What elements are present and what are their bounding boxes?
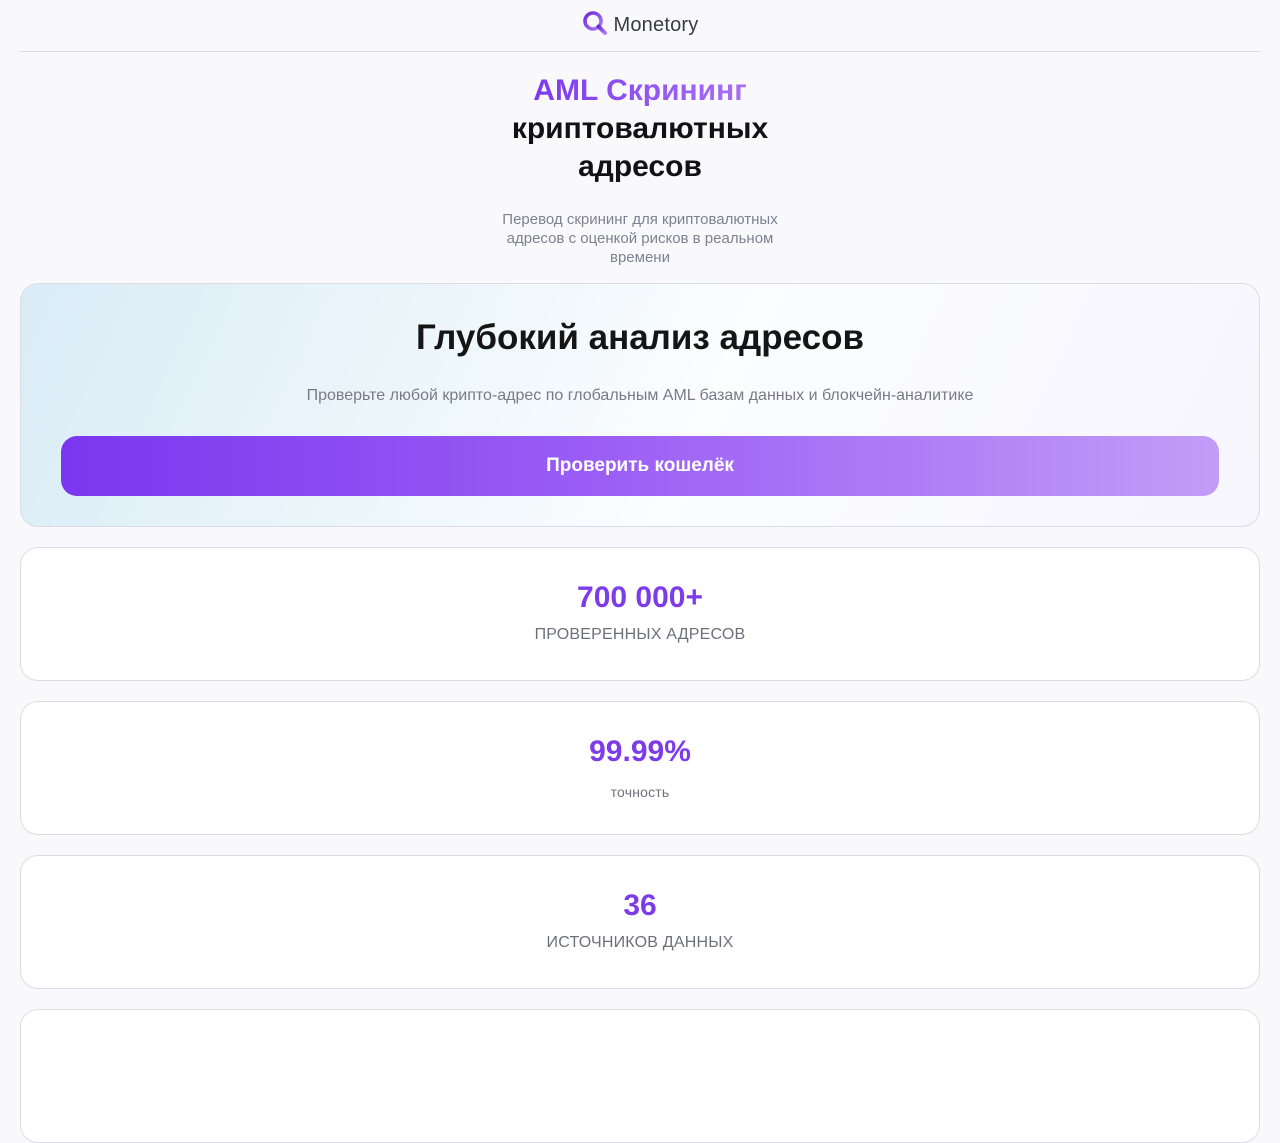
brand-logo[interactable]: Monetory [582, 10, 699, 41]
title-accent: AML Скрининг [533, 74, 747, 107]
deep-analysis-card: Глубокий анализ адресов Проверьте любой … [20, 283, 1260, 527]
page-subtitle: Перевод скрининг для криптовалютных адре… [502, 211, 778, 266]
stat-card-addresses: 700 000+ ПРОВЕРЕННЫХ АДРЕСОВ [20, 547, 1260, 681]
feature-title: Глубокий анализ адресов [416, 318, 864, 357]
magnifier-logo-icon [582, 10, 608, 41]
stat-label: ИСТОЧНИКОВ ДАННЫХ [546, 934, 734, 951]
stat-value: 700 000+ [577, 581, 703, 614]
hero-section: AML Скрининг криптовалютных адресов Пере… [0, 72, 1280, 267]
check-wallet-button[interactable]: Проверить кошелёк [61, 436, 1219, 496]
stat-value: 36 [623, 889, 657, 922]
brand-name: Monetory [613, 14, 699, 36]
top-bar: Monetory [20, 0, 1260, 52]
stat-label: ПРОВЕРЕННЫХ АДРЕСОВ [534, 626, 746, 643]
stat-value: 99.99% [589, 735, 691, 768]
title-line-2: криптовалютных [511, 112, 769, 145]
feature-description: Проверьте любой крипто-адрес по глобальн… [306, 387, 974, 404]
stat-card-sources: 36 ИСТОЧНИКОВ ДАННЫХ [20, 855, 1260, 989]
page-title: AML Скрининг криптовалютных адресов [0, 72, 1280, 186]
title-line-3: адресов [578, 150, 702, 183]
stat-card-partial [20, 1009, 1260, 1143]
stat-card-accuracy: 99.99% точность [20, 701, 1260, 835]
stat-label: точность [610, 784, 670, 800]
